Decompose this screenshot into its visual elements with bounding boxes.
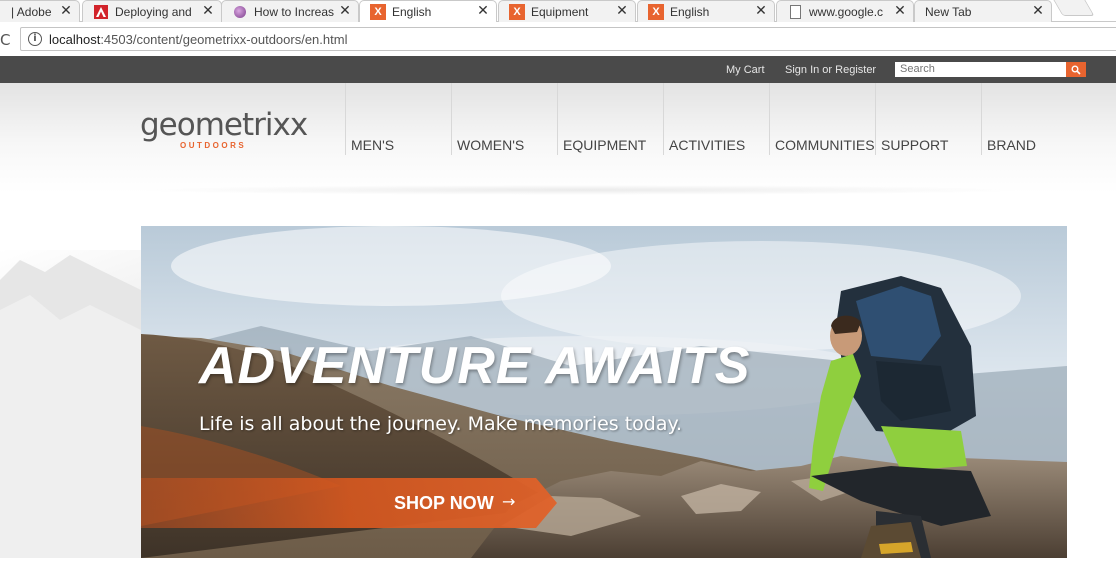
nav-item-support[interactable]: SUPPORT <box>875 83 981 155</box>
hero-title: ADVENTURE AWAITS <box>199 337 751 395</box>
nav-item-womens[interactable]: WOMEN'S <box>451 83 557 155</box>
geometrixx-icon: X <box>370 4 386 20</box>
browser-tab[interactable]: How to Increas ✕ <box>221 0 359 22</box>
nav-item-communities[interactable]: COMMUNITIES <box>769 83 875 155</box>
address-bar[interactable]: i localhost:4503/content/geometrixx-outd… <box>20 27 1116 51</box>
sign-in-link[interactable]: Sign In or Register <box>785 64 876 76</box>
tab-close-icon[interactable]: ✕ <box>59 3 73 19</box>
browser-tab[interactable]: New Tab ✕ <box>914 0 1052 22</box>
geometrixx-icon: X <box>509 4 525 20</box>
search-icon <box>1071 65 1081 75</box>
nav-label: ACTIVITIES <box>669 137 746 153</box>
geometrixx-logo[interactable]: geometrixx OUTDOORS <box>140 107 308 153</box>
reload-icon[interactable]: C <box>0 31 10 49</box>
nav-item-mens[interactable]: MEN'S <box>345 83 451 155</box>
search-button[interactable] <box>1066 62 1086 77</box>
address-bar-row: C i localhost:4503/content/geometrixx-ou… <box>0 22 1116 56</box>
logo-subtitle: OUTDOORS <box>180 141 247 150</box>
nav-label: SUPPORT <box>881 137 949 153</box>
purple-ball-icon <box>232 4 248 20</box>
site-top-bar: My Cart Sign In or Register <box>0 56 1116 83</box>
header-shadow <box>130 185 1030 195</box>
tab-title: English <box>670 5 710 19</box>
background-mountain-decoration <box>0 250 141 558</box>
tab-close-icon[interactable]: ✕ <box>476 3 490 19</box>
nav-label: MEN'S <box>351 137 395 153</box>
new-tab-button[interactable] <box>1053 0 1095 16</box>
tab-title: Deploying and <box>115 5 192 19</box>
tab-close-icon[interactable]: ✕ <box>201 3 215 19</box>
nav-label: EQUIPMENT <box>563 137 647 153</box>
url-text[interactable]: localhost:4503/content/geometrixx-outdoo… <box>49 32 347 48</box>
tab-close-icon[interactable]: ✕ <box>615 3 629 19</box>
tab-close-icon[interactable]: ✕ <box>754 3 768 19</box>
info-icon[interactable]: i <box>28 32 42 46</box>
browser-tab[interactable]: www.google.c ✕ <box>776 0 914 22</box>
tab-title: English <box>392 5 432 19</box>
browser-tab[interactable]: X English ✕ <box>637 0 775 22</box>
arrow-right-icon: → <box>502 492 516 511</box>
nav-item-equipment[interactable]: EQUIPMENT <box>557 83 663 155</box>
browser-tab[interactable]: X Equipment ✕ <box>498 0 636 22</box>
document-icon <box>787 4 803 20</box>
tab-title: New Tab <box>925 5 972 19</box>
tab-close-icon[interactable]: ✕ <box>338 3 352 19</box>
tab-title: www.google.c <box>809 5 884 19</box>
nav-label: COMMUNITIES <box>775 137 875 153</box>
browser-tab-strip: | Adobe ✕ Deploying and ✕ How to Increas… <box>0 0 1116 23</box>
tab-title: Equipment <box>531 5 589 19</box>
browser-tab-active[interactable]: X English ✕ <box>359 0 497 23</box>
tab-title: | Adobe <box>11 5 52 19</box>
tab-title: How to Increas <box>254 5 335 19</box>
tab-close-icon[interactable]: ✕ <box>1031 3 1045 19</box>
hero-banner: ADVENTURE AWAITS Life is all about the j… <box>141 226 1067 558</box>
logo-wordmark: geometrixx <box>140 107 308 143</box>
my-cart-link[interactable]: My Cart <box>726 64 765 76</box>
nav-label: BRAND <box>987 137 1037 153</box>
adobe-icon <box>93 4 109 20</box>
browser-tab[interactable]: Deploying and ✕ <box>82 0 222 22</box>
url-path: :4503/content/geometrixx-outdoors/en.htm… <box>100 32 348 47</box>
nav-item-activities[interactable]: ACTIVITIES <box>663 83 769 155</box>
shop-now-button[interactable]: SHOP NOW <box>394 493 494 513</box>
tab-close-icon[interactable]: ✕ <box>893 3 907 19</box>
nav-label: WOMEN'S <box>457 137 525 153</box>
nav-item-brand[interactable]: BRAND <box>981 83 1087 155</box>
browser-tab[interactable]: | Adobe ✕ <box>0 0 80 22</box>
search-input[interactable] <box>895 62 1066 77</box>
url-host: localhost <box>49 32 101 47</box>
hero-subtitle: Life is all about the journey. Make memo… <box>199 413 683 435</box>
geometrixx-icon: X <box>648 4 664 20</box>
